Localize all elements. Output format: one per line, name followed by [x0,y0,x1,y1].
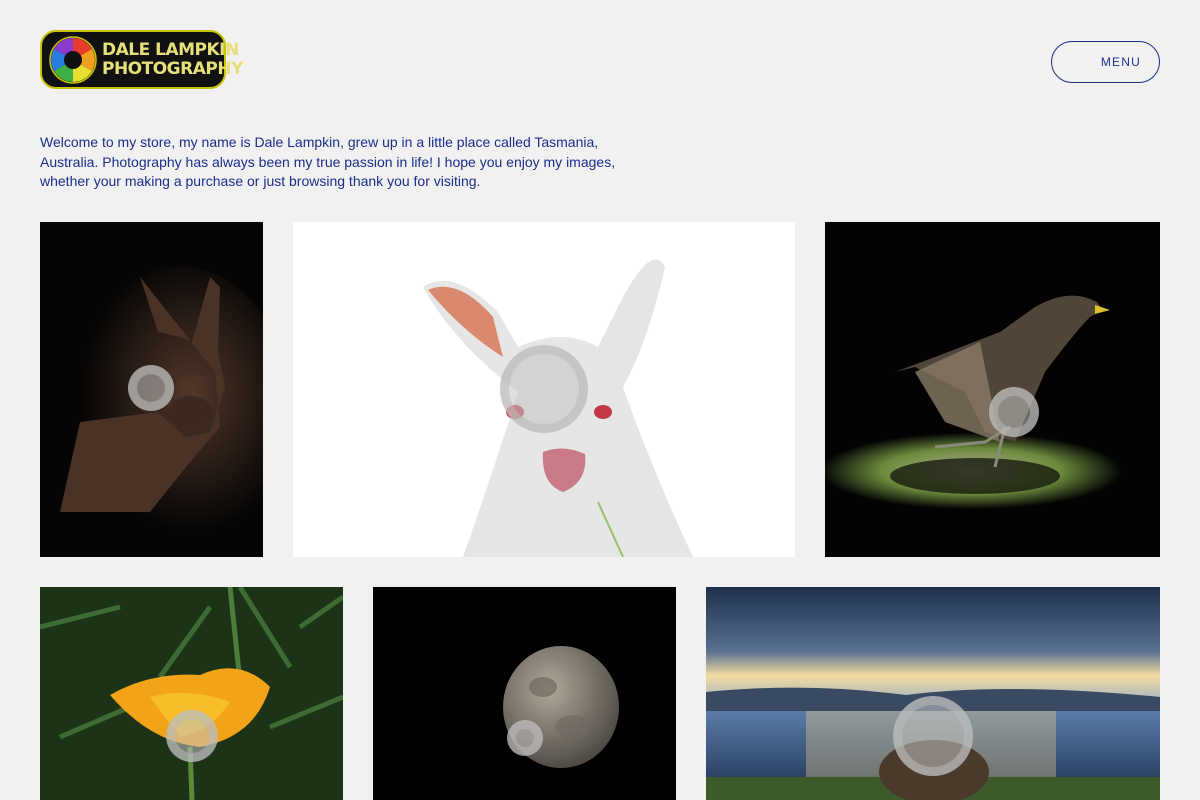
logo-line-1: DALE LAMPKIN [102,39,239,60]
orange-poppy-photo [40,587,343,800]
logo-wordmark: DALE LAMPKIN PHOTOGRAPHY [102,39,243,79]
zoom-lens-icon [128,365,174,411]
zoom-lens-icon [507,720,543,756]
gallery-item-native-hen[interactable] [825,222,1160,557]
zoom-lens-icon [166,710,218,762]
camera-aperture-icon [49,35,97,84]
moon-photo [373,587,676,800]
gallery-item-wombat-lake[interactable] [706,587,1160,800]
native-hen-photo [825,222,1160,557]
gallery-item-white-wallaby[interactable] [293,222,795,557]
gallery-item-wallaby[interactable] [40,222,263,557]
logo-line-2: PHOTOGRAPHY [102,58,243,79]
gallery-item-moon[interactable] [373,587,676,800]
zoom-lens-icon [893,696,973,776]
intro-text: Welcome to my store, my name is Dale Lam… [40,134,616,189]
site-logo[interactable]: DALE LAMPKIN PHOTOGRAPHY [40,30,243,89]
gallery-item-orange-poppy[interactable] [40,587,343,800]
zoom-lens-icon [500,345,588,433]
zoom-lens-icon [989,387,1039,437]
menu-button[interactable]: MENU [1051,41,1160,83]
